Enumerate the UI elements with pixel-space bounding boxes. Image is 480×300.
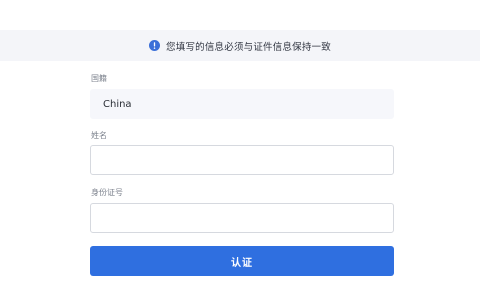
id-number-field[interactable] <box>90 203 394 233</box>
exclamation-circle-icon <box>149 40 161 51</box>
name-input[interactable] <box>91 146 393 174</box>
nationality-label: 国籍 <box>91 74 107 83</box>
notice-banner: 您填写的信息必须与证件信息保持一致 <box>0 30 480 61</box>
nationality-field <box>90 89 394 119</box>
name-field[interactable] <box>90 145 394 175</box>
id-number-label: 身份证号 <box>91 188 123 197</box>
name-label: 姓名 <box>91 131 107 140</box>
id-number-input[interactable] <box>91 204 393 232</box>
verify-button[interactable]: 认证 <box>90 246 394 276</box>
notice-text: 您填写的信息必须与证件信息保持一致 <box>166 41 331 53</box>
verification-page: 您填写的信息必须与证件信息保持一致 国籍 姓名 身份证号 认证 <box>0 0 480 300</box>
nationality-input <box>91 90 393 118</box>
